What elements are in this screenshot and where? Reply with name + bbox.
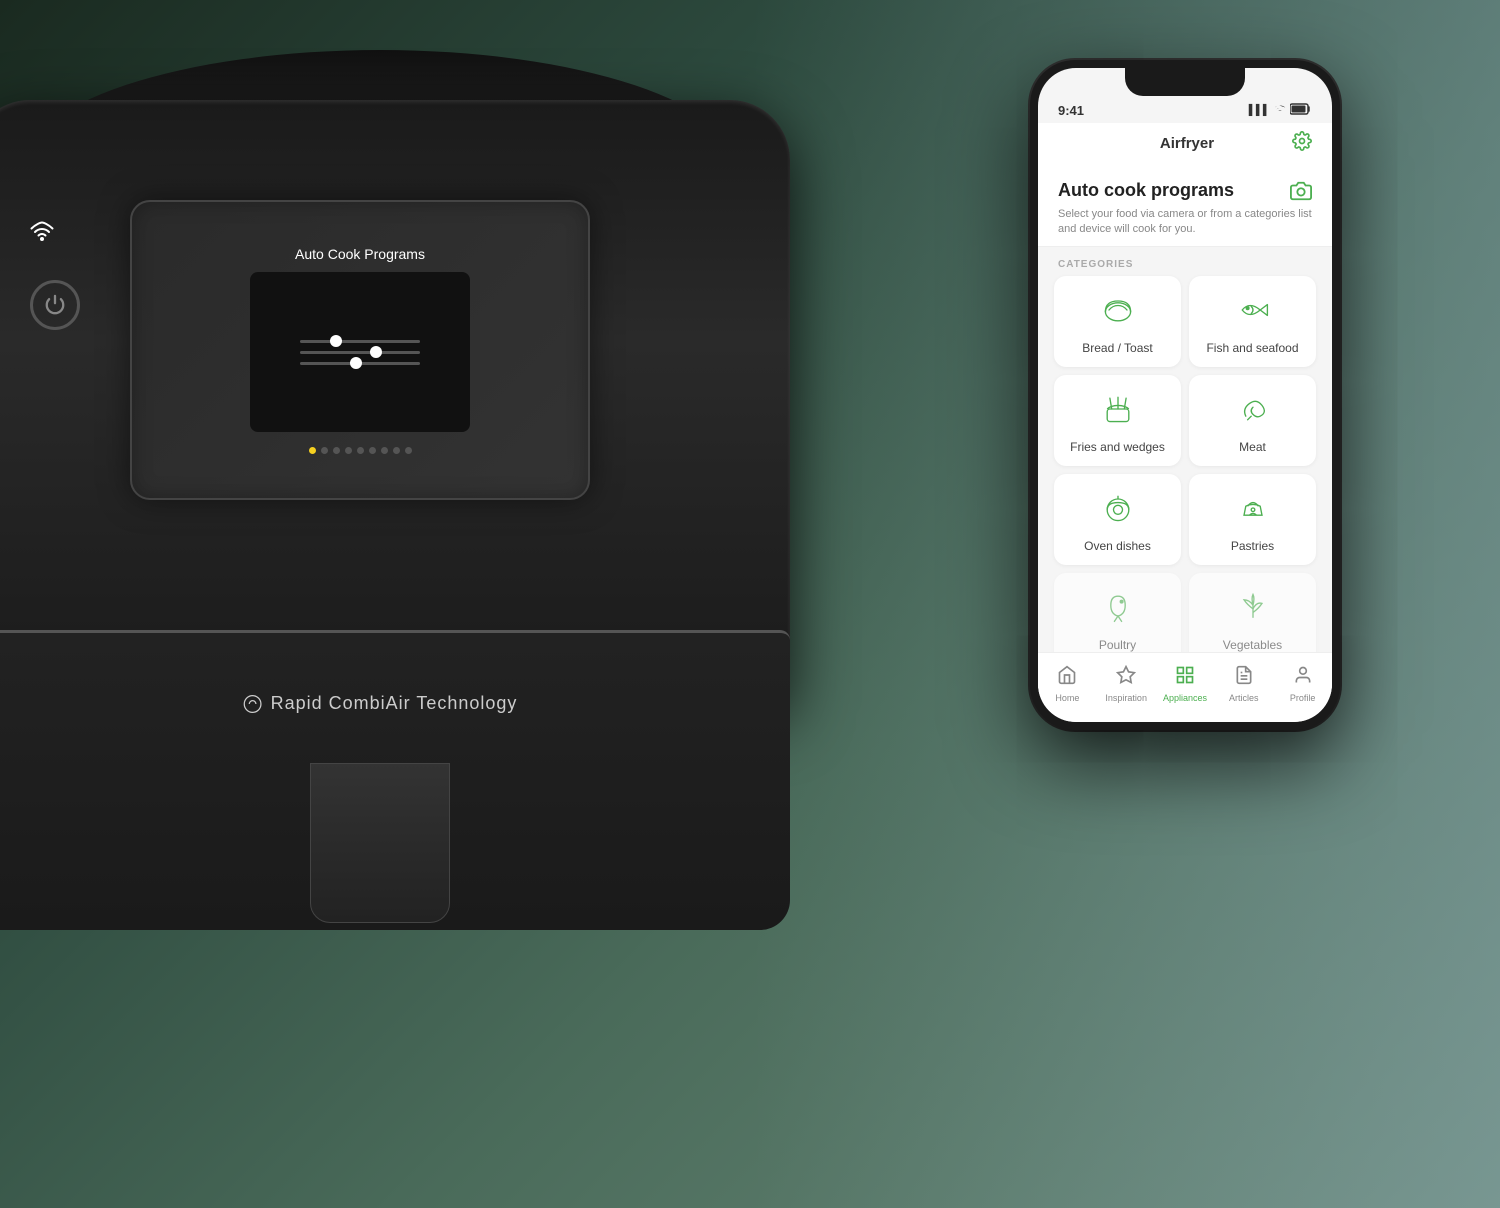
app-header: Airfryer <box>1038 123 1332 164</box>
app-content: Auto cook programs Select your food via … <box>1038 164 1332 688</box>
nav-articles[interactable]: Articles <box>1214 665 1273 703</box>
nav-inspiration[interactable]: Inspiration <box>1097 665 1156 703</box>
meat-label: Meat <box>1239 440 1266 454</box>
panel-screen <box>250 272 470 432</box>
panel-icons <box>30 220 80 330</box>
home-label: Home <box>1055 693 1079 703</box>
signal-icon: ▌▌▌ <box>1249 105 1270 116</box>
articles-label: Articles <box>1229 693 1259 703</box>
camera-button[interactable] <box>1290 180 1312 207</box>
slider-knob-3 <box>350 357 362 369</box>
pastries-label: Pastries <box>1231 539 1274 553</box>
airfryer-body: Auto Cook Programs <box>0 100 790 700</box>
category-bread-toast[interactable]: Bread / Toast <box>1054 276 1181 367</box>
phone-notch <box>1125 68 1245 96</box>
fries-wedges-label: Fries and wedges <box>1070 440 1165 454</box>
categories-label: CATEGORIES <box>1038 247 1332 276</box>
category-fries-wedges[interactable]: Fries and wedges <box>1054 375 1181 466</box>
profile-icon <box>1293 665 1313 691</box>
category-poultry[interactable]: Poultry <box>1054 573 1181 664</box>
fish-seafood-label: Fish and seafood <box>1206 341 1298 355</box>
dot-7 <box>381 447 388 454</box>
dot-4 <box>345 447 352 454</box>
dot-9 <box>405 447 412 454</box>
category-oven-dishes[interactable]: Oven dishes <box>1054 474 1181 565</box>
oven-dishes-icon <box>1100 490 1136 531</box>
panel-label: Auto Cook Programs <box>295 246 425 262</box>
inspiration-icon <box>1116 665 1136 691</box>
dot-2 <box>321 447 328 454</box>
wifi-indicator <box>30 220 80 250</box>
section-title: Auto cook programs <box>1058 180 1234 201</box>
airfryer-device: PHILIPS Auto Cook Programs <box>0 80 820 980</box>
nav-home[interactable]: Home <box>1038 665 1097 703</box>
vegetables-icon <box>1235 589 1271 630</box>
dot-8 <box>393 447 400 454</box>
battery-icon <box>1290 103 1312 118</box>
nav-appliances[interactable]: Appliances <box>1156 665 1215 703</box>
category-pastries[interactable]: Pastries <box>1189 474 1316 565</box>
pastries-icon <box>1235 490 1271 531</box>
dot-5 <box>357 447 364 454</box>
bread-toast-icon <box>1100 292 1136 333</box>
categories-grid: Bread / Toast Fish and seafood <box>1038 276 1332 664</box>
fish-seafood-icon <box>1235 292 1271 333</box>
phone-wrapper: 9:41 ▌▌▌ <box>1020 60 1440 1110</box>
nav-profile[interactable]: Profile <box>1273 665 1332 703</box>
poultry-label: Poultry <box>1099 638 1136 652</box>
dot-3 <box>333 447 340 454</box>
category-fish-seafood[interactable]: Fish and seafood <box>1189 276 1316 367</box>
category-meat[interactable]: Meat <box>1189 375 1316 466</box>
status-time: 9:41 <box>1058 103 1084 118</box>
appliances-label: Appliances <box>1163 693 1207 703</box>
status-icons: ▌▌▌ <box>1249 103 1312 118</box>
display-panel: Auto Cook Programs <box>130 200 590 500</box>
articles-icon <box>1234 665 1254 691</box>
appliances-icon <box>1175 665 1195 691</box>
power-button[interactable] <box>30 280 80 330</box>
phone-frame: 9:41 ▌▌▌ <box>1030 60 1340 730</box>
meat-icon <box>1235 391 1271 432</box>
settings-icon[interactable] <box>1292 131 1312 156</box>
rapid-combair-label: Rapid CombiAir Technology <box>243 693 518 719</box>
section-description: Select your food via camera or from a ca… <box>1058 207 1312 238</box>
drawer-handle <box>310 763 450 923</box>
home-icon <box>1057 665 1077 691</box>
header-row: Auto cook programs <box>1058 180 1312 207</box>
app-title: Airfryer <box>1082 135 1292 152</box>
wifi-status-icon <box>1274 103 1286 118</box>
poultry-icon <box>1100 589 1136 630</box>
dot-1 <box>309 447 316 454</box>
bread-toast-label: Bread / Toast <box>1082 341 1153 355</box>
category-vegetables[interactable]: Vegetables <box>1189 573 1316 664</box>
fries-wedges-icon <box>1100 391 1136 432</box>
oven-dishes-label: Oven dishes <box>1084 539 1151 553</box>
slider-2 <box>300 351 420 354</box>
inspiration-label: Inspiration <box>1105 693 1147 703</box>
slider-1 <box>300 340 420 343</box>
phone-screen: 9:41 ▌▌▌ <box>1038 68 1332 722</box>
section-header: Auto cook programs Select your food via … <box>1038 164 1332 247</box>
bottom-nav: Home Inspiration <box>1038 652 1332 722</box>
profile-label: Profile <box>1290 693 1316 703</box>
slider-3 <box>300 362 420 365</box>
slider-knob-2 <box>370 346 382 358</box>
panel-dots <box>309 447 412 454</box>
slider-knob-1 <box>330 335 342 347</box>
vegetables-label: Vegetables <box>1223 638 1282 652</box>
airfryer-bottom: Rapid CombiAir Technology <box>0 630 790 930</box>
dot-6 <box>369 447 376 454</box>
